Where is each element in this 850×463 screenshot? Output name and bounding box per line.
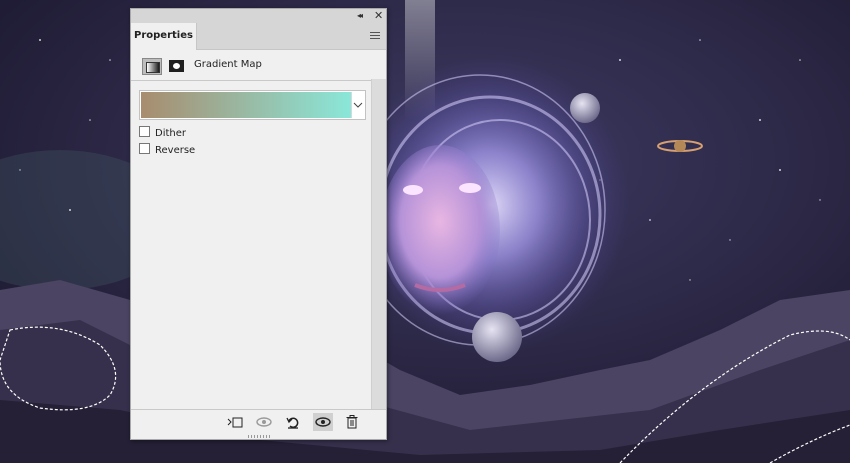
divider [131,80,386,81]
checkbox-box[interactable] [139,126,150,137]
panel-menu-icon[interactable] [370,32,380,40]
dither-checkbox[interactable]: Dither [139,126,186,139]
gradient-preview-bar[interactable] [141,92,351,118]
reset-to-defaults-button[interactable] [283,413,303,431]
checkbox-box[interactable] [139,143,150,154]
collapse-panel-icon[interactable]: ◂◂ [357,9,363,23]
gradient-map-adjustment-icon[interactable] [142,58,162,75]
gradient-picker[interactable] [139,90,366,120]
panel-bottom-toolbar [131,409,386,434]
eye-icon [315,417,331,427]
clip-to-layer-button[interactable] [225,413,245,431]
reverse-checkbox[interactable]: Reverse [139,143,195,156]
canvas-artwork [0,0,850,463]
panel-titlebar[interactable]: ◂◂ ✕ [131,9,386,23]
adjustment-header: Gradient Map [131,50,386,80]
toggle-visibility-button[interactable] [313,413,333,431]
panel-resize-grip[interactable] [248,435,270,438]
panel-scrollbar[interactable] [371,79,386,409]
adjustment-title: Gradient Map [194,59,262,70]
clip-to-layer-icon [227,417,243,428]
view-previous-state-button[interactable] [254,413,274,431]
chevron-down-icon [353,102,363,108]
close-panel-icon[interactable]: ✕ [374,9,383,23]
trash-icon [346,415,358,429]
panel-tab-row: Properties [131,23,386,50]
delete-button[interactable] [342,413,362,431]
reset-to-defaults-icon [286,417,299,429]
gradient-dropdown-button[interactable] [351,92,364,118]
checkbox-label: Dither [155,128,187,139]
properties-panel: ◂◂ ✕ Properties Gradient Map Dither Reve… [130,8,387,440]
view-previous-state-icon [256,417,272,427]
tab-properties[interactable]: Properties [131,23,197,50]
checkbox-label: Reverse [155,145,196,156]
layer-mask-icon[interactable] [169,60,184,72]
